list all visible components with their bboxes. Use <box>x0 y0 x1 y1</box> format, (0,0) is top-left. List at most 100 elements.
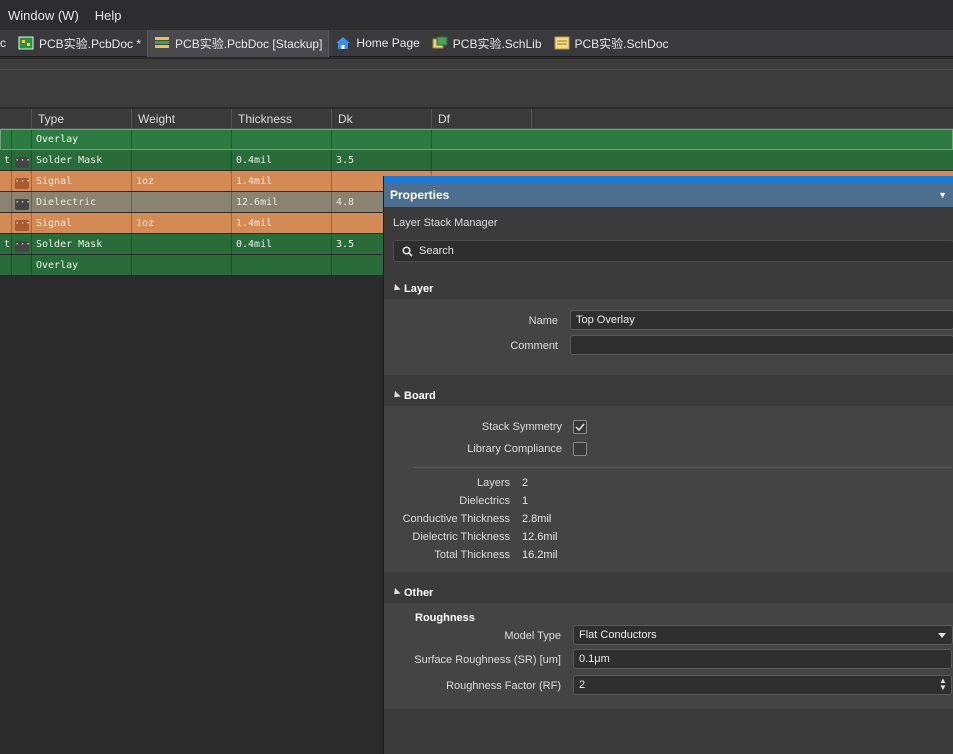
header-thickness[interactable]: Thickness <box>232 109 332 129</box>
tab-pcb-doc[interactable]: PCB实验.PcbDoc * <box>12 30 147 57</box>
header-df[interactable]: Df <box>432 109 532 129</box>
more-button[interactable]: ··· <box>14 241 31 252</box>
stat-value: 2.8mil <box>522 513 552 525</box>
cell-type[interactable]: Dielectric <box>32 192 132 213</box>
tab-label: Home Page <box>356 36 420 50</box>
cell-weight[interactable]: 1oz <box>132 213 232 234</box>
stack-symmetry-label: Stack Symmetry <box>481 421 562 433</box>
panel-accent-bar <box>384 176 953 183</box>
sr-label: Surface Roughness (SR) [um] <box>414 654 561 666</box>
section-header-layer[interactable]: Layer <box>384 279 953 299</box>
panel-subtitle: Layer Stack Manager <box>393 217 498 229</box>
section-header-board[interactable]: Board <box>384 386 953 406</box>
schdoc-icon <box>554 36 569 50</box>
rf-value: 2 <box>579 679 586 691</box>
collapse-icon <box>391 587 401 598</box>
cell-thickness[interactable]: 1.4mil <box>232 171 332 192</box>
comment-field[interactable] <box>570 335 953 355</box>
cell-type[interactable]: Overlay <box>32 129 132 150</box>
tab-partial[interactable]: c <box>0 30 12 57</box>
menu-help[interactable]: Help <box>87 8 130 23</box>
cell-weight[interactable] <box>132 150 232 171</box>
rf-stepper[interactable]: 2 ▲ ▼ <box>573 675 952 695</box>
stat-value: 12.6mil <box>522 531 558 543</box>
header-dk[interactable]: Dk <box>332 109 432 129</box>
cell-type[interactable]: Signal <box>32 213 132 234</box>
model-type-label: Model Type <box>504 630 561 642</box>
tab-label: PCB实验.SchLib <box>452 36 542 51</box>
divider <box>414 467 952 468</box>
cell-dk[interactable] <box>332 129 432 150</box>
spinner-icon[interactable]: ▲ ▼ <box>939 677 947 693</box>
tab-home-page[interactable]: Home Page <box>329 30 425 57</box>
library-compliance-checkbox[interactable] <box>573 442 587 456</box>
stat-value: 2 <box>522 477 529 489</box>
menu-bar: Window (W) Help <box>0 0 953 30</box>
more-button[interactable]: ··· <box>14 178 31 189</box>
cell-type[interactable]: Overlay <box>32 255 132 276</box>
cell-thickness[interactable] <box>232 129 332 150</box>
check-icon <box>575 423 585 432</box>
header-type[interactable]: Type <box>32 109 132 129</box>
menu-window[interactable]: Window (W) <box>0 8 87 23</box>
panel-title-bar[interactable]: Properties ▼ <box>384 183 953 207</box>
tab-schdoc[interactable]: PCB实验.SchDoc <box>548 30 675 57</box>
cell-type[interactable]: Solder Mask <box>32 234 132 255</box>
cell-dk[interactable]: 3.5 <box>332 150 432 171</box>
cell-weight[interactable]: 1oz <box>132 171 232 192</box>
board-section: Board Stack Symmetry Library Compliance … <box>384 386 953 572</box>
cell-thickness[interactable]: 0.4mil <box>232 234 332 255</box>
search-placeholder: Search <box>419 245 454 257</box>
tab-stackup[interactable]: PCB实验.PcbDoc [Stackup] <box>147 29 330 57</box>
tab-label: PCB实验.PcbDoc * <box>39 36 142 51</box>
more-button[interactable]: ··· <box>14 157 31 168</box>
tab-label: PCB实验.SchDoc <box>574 36 669 51</box>
grid-header: Type Weight Thickness Dk Df <box>0 109 953 129</box>
cell-thickness[interactable]: 12.6mil <box>232 192 332 213</box>
other-section: Other Roughness Model Type Flat Conducto… <box>384 583 953 709</box>
tab-schlib[interactable]: PCB实验.SchLib <box>426 30 548 57</box>
toolbar <box>0 58 953 108</box>
cell-weight[interactable] <box>132 192 232 213</box>
pcb-doc-icon <box>18 36 34 50</box>
cell-thickness[interactable]: 0.4mil <box>232 150 332 171</box>
cell-type[interactable]: Solder Mask <box>32 150 132 171</box>
cell-weight[interactable] <box>132 234 232 255</box>
panel-title: Properties <box>390 188 450 202</box>
table-row[interactable]: Overlay <box>0 129 953 150</box>
search-input[interactable]: Search <box>393 240 953 262</box>
cell-thickness[interactable]: 1.4mil <box>232 213 332 234</box>
cell-weight[interactable] <box>132 129 232 150</box>
home-icon <box>336 37 351 49</box>
stack-symmetry-checkbox[interactable] <box>573 420 587 434</box>
sr-field[interactable]: 0.1μm <box>573 649 952 669</box>
collapse-icon <box>391 283 401 294</box>
model-type-dropdown[interactable]: Flat Conductors <box>573 625 953 645</box>
panel-menu-icon[interactable]: ▼ <box>938 190 947 200</box>
stat-label: Dielectrics <box>459 495 510 507</box>
tab-label: PCB实验.PcbDoc [Stackup] <box>175 36 323 51</box>
section-header-other[interactable]: Other <box>384 583 953 603</box>
stat-label: Dielectric Thickness <box>412 531 510 543</box>
cell-thickness[interactable] <box>232 255 332 276</box>
table-row[interactable]: t ··· Solder Mask 0.4mil 3.5 <box>0 150 953 171</box>
properties-panel: Properties ▼ Layer Stack Manager Search … <box>383 176 953 754</box>
stat-value: 1 <box>522 495 529 507</box>
more-button[interactable]: ··· <box>14 199 31 210</box>
cell-weight[interactable] <box>132 255 232 276</box>
stat-value: 16.2mil <box>522 549 558 561</box>
rf-label: Roughness Factor (RF) <box>446 680 561 692</box>
search-icon <box>402 245 413 257</box>
document-tabs: c PCB实验.PcbDoc * PCB实验.PcbDoc [Stackup] … <box>0 29 953 57</box>
stat-label: Conductive Thickness <box>402 513 510 525</box>
library-compliance-label: Library Compliance <box>467 443 562 455</box>
stackup-icon <box>155 37 170 48</box>
layer-section: Layer Name Top Overlay Comment <box>384 279 953 375</box>
cell-type[interactable]: Signal <box>32 171 132 192</box>
model-type-value: Flat Conductors <box>579 629 657 641</box>
comment-label: Comment <box>510 340 558 352</box>
more-button[interactable]: ··· <box>14 220 31 231</box>
name-field[interactable]: Top Overlay <box>570 310 953 330</box>
collapse-icon <box>391 390 401 401</box>
header-weight[interactable]: Weight <box>132 109 232 129</box>
